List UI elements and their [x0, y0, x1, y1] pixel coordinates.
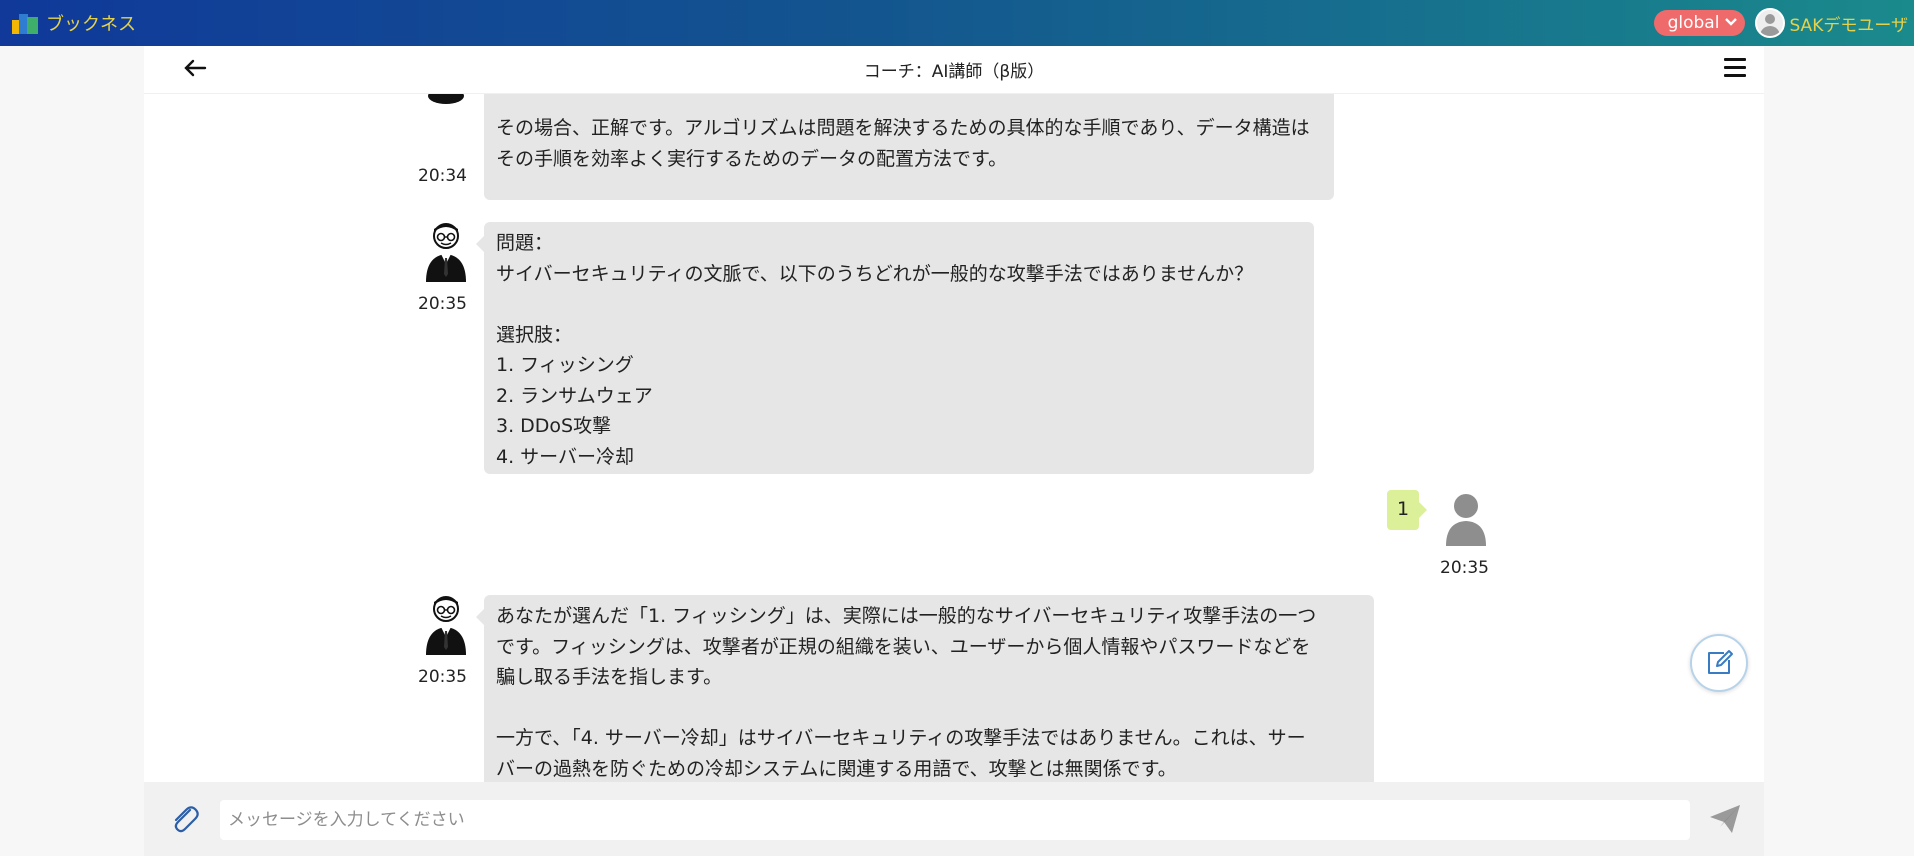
brand-logo-icon: [12, 12, 40, 34]
hamburger-menu-icon: [1724, 58, 1746, 61]
message-bot: 20:34 それまとんね。 その場合、正解です。アルゴリズムは問題を解決するため…: [414, 94, 1514, 200]
chat-header: コーチ：AI講師（β版）: [144, 46, 1764, 94]
user-avatar-icon[interactable]: [1755, 8, 1786, 38]
edit-fab-button[interactable]: [1690, 634, 1748, 692]
message-bot: 20:35 問題： サイバーセキュリティの文脈で、以下のうちどれが一般的な攻撃手…: [414, 222, 1514, 474]
brand[interactable]: ブックネス: [12, 10, 136, 36]
message-bubble: 問題： サイバーセキュリティの文脈で、以下のうちどれが一般的な攻撃手法ではありま…: [476, 222, 1314, 474]
attach-button[interactable]: [168, 802, 200, 836]
chat-title: コーチ：AI講師（β版）: [863, 62, 1045, 82]
paperclip-icon: [174, 806, 199, 833]
arrow-left-icon: [184, 59, 207, 77]
app-top-bar: ブックネス global SAKデモユーザ: [0, 0, 1914, 46]
back-button[interactable]: [180, 56, 210, 84]
user-name[interactable]: SAKデモユーザ: [1789, 11, 1908, 36]
message-time: 20:35: [418, 294, 467, 314]
menu-button[interactable]: [1724, 58, 1746, 78]
message-time: 20:35: [418, 667, 467, 687]
coach-avatar-icon: [422, 595, 470, 655]
message-list[interactable]: 20:34 それまとんね。 その場合、正解です。アルゴリズムは問題を解決するため…: [144, 94, 1764, 828]
message-user-bubble: 1: [1387, 490, 1427, 530]
message-bubble: それまとんね。 その場合、正解です。アルゴリズムは問題を解決するための具体的な手…: [484, 94, 1334, 200]
chevron-down-icon: [1725, 16, 1738, 30]
region-selector[interactable]: global: [1653, 10, 1746, 36]
edit-note-icon: [1708, 650, 1733, 674]
user-avatar-icon: [1442, 492, 1490, 546]
coach-avatar-icon: [422, 222, 470, 282]
send-button[interactable]: [1708, 802, 1742, 836]
message-time: 20:34: [418, 166, 467, 186]
paper-plane-icon: [1710, 805, 1740, 833]
chat-panel: コーチ：AI講師（β版） 20:34 それまとんね。 その場合、正解です。アルゴ…: [144, 46, 1764, 856]
message-input[interactable]: [220, 800, 1690, 840]
message-time: 20:35: [1440, 558, 1489, 578]
brand-name: ブックネス: [46, 14, 136, 35]
message-composer: [144, 782, 1764, 856]
coach-avatar-icon: [422, 94, 470, 134]
region-label: global: [1667, 13, 1720, 33]
